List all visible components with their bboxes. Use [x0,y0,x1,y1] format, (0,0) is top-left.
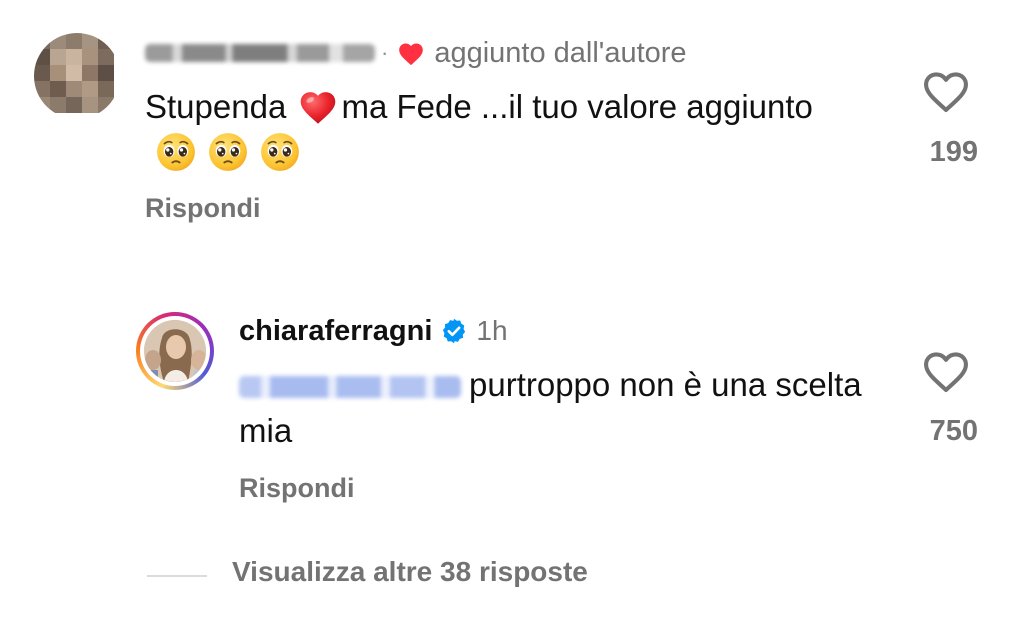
avatar-story-ring [140,316,210,386]
like-count[interactable]: 750 [900,415,978,448]
heart-outline-icon[interactable] [920,66,972,114]
reply-timestamp: 1h [476,315,508,346]
separator-dot: · [381,40,389,65]
pleading-face-emoji [261,133,299,171]
author-liked-label: aggiunto dall'autore [434,36,687,69]
thread-divider-line [147,575,207,577]
like-count[interactable]: 199 [900,136,978,169]
reply-meta: chiaraferragni 1h [239,311,508,351]
comment-text-part-2: ma Fede ...il tuo valore aggiunto [341,88,813,125]
verified-badge-icon [443,318,466,344]
reply-avatar[interactable] [136,312,214,390]
reply-text: purtroppo non è una scelta mia [239,362,879,454]
view-more-replies-link[interactable]: Visualizza altre 38 risposte [232,556,588,588]
red-heart-emoji [301,92,336,124]
commenter-avatar[interactable] [34,33,120,119]
pleading-face-emoji [209,133,247,171]
reply-username[interactable]: chiaraferragni [239,315,432,348]
heart-filled-icon [399,43,424,66]
reply-button[interactable]: Rispondi [239,473,355,504]
heart-outline-icon[interactable] [920,346,972,394]
comment-text-part-1: Stupenda [145,88,296,125]
comment-meta: · aggiunto dall'autore [145,35,687,71]
emoji-group [145,133,301,171]
comment-text: Stupenda ma Fede ...il tuo valore aggiun… [145,84,845,176]
redacted-username[interactable] [145,44,375,62]
redacted-mention[interactable] [239,376,461,398]
profile-photo-image [144,320,206,382]
profile-photo [144,320,206,382]
pleading-face-emoji [157,133,195,171]
reply-button[interactable]: Rispondi [145,193,261,224]
